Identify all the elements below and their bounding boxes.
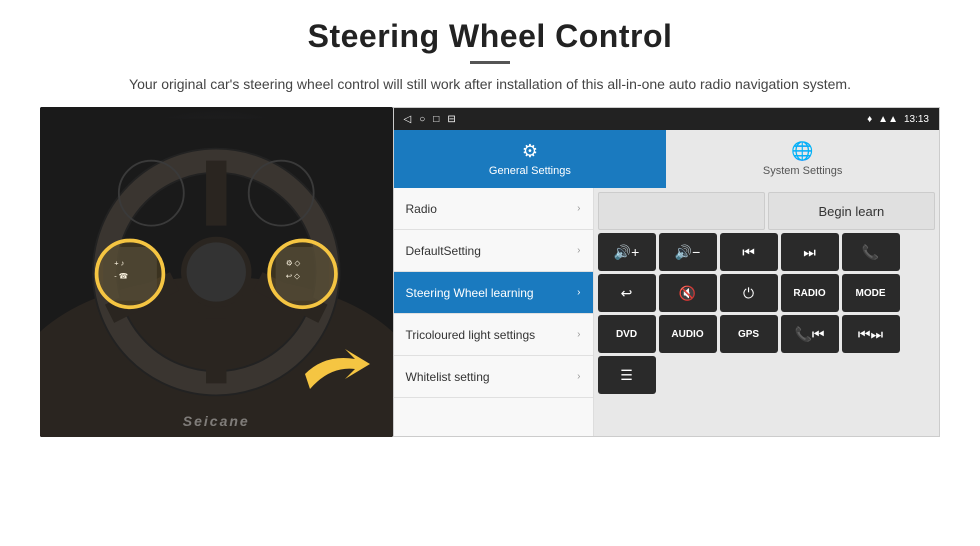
car-image: + ♪ - ☎ ⚙ ◇ ↩ ◇ Seican (40, 107, 393, 437)
menu-item-steering-wheel[interactable]: Steering Wheel learning › (394, 272, 593, 314)
subtitle-text: Your original car's steering wheel contr… (100, 74, 880, 95)
back-button[interactable]: ↩ (598, 274, 656, 312)
title-divider (470, 61, 510, 64)
empty-box (598, 192, 765, 230)
tab-bar: ⚙ General Settings 🌐 System Settings (394, 130, 939, 188)
vol-down-button[interactable]: 🔊− (659, 233, 717, 271)
audio-button[interactable]: AUDIO (659, 315, 717, 353)
control-row-3: DVD AUDIO GPS 📞⏮ ⏮⏭ (598, 315, 935, 353)
gear-icon: ⚙ (522, 141, 538, 162)
wifi-icon: ▲▲ (878, 114, 898, 125)
status-bar: ◁ ○ □ ⊟ ♦ ▲▲ 13:13 (394, 108, 939, 130)
tab-system-settings[interactable]: 🌐 System Settings (666, 130, 939, 188)
menu-item-whitelist[interactable]: Whitelist setting › (394, 356, 593, 398)
begin-learn-button[interactable]: Begin learn (768, 192, 935, 230)
nav-back-icon[interactable]: ◁ (404, 114, 412, 125)
mute-button[interactable]: 🔇 (659, 274, 717, 312)
general-settings-label: General Settings (489, 165, 571, 177)
right-panel: Begin learn 🔊+ 🔊− ⏮ ⏭ 📞 ↩ 🔇 ⏻ (594, 188, 939, 436)
globe-icon: 🌐 (791, 141, 813, 162)
vol-up-button[interactable]: 🔊+ (598, 233, 656, 271)
phone-button[interactable]: 📞 (842, 233, 900, 271)
next-track-button[interactable]: ⏭ (781, 233, 839, 271)
location-icon: ♦ (867, 114, 872, 125)
gps-button[interactable]: GPS (720, 315, 778, 353)
chevron-right-icon: › (577, 329, 580, 340)
nav-home-icon[interactable]: ○ (419, 114, 425, 125)
nav-square-icon[interactable]: □ (433, 114, 439, 125)
menu-item-default-setting[interactable]: DefaultSetting › (394, 230, 593, 272)
menu-list: Radio › DefaultSetting › Steering Wheel … (394, 188, 594, 436)
control-row-1: 🔊+ 🔊− ⏮ ⏭ 📞 (598, 233, 935, 271)
control-row-4: ☰ (598, 356, 935, 394)
prev-track-button[interactable]: ⏮ (720, 233, 778, 271)
main-content-area: Radio › DefaultSetting › Steering Wheel … (394, 188, 939, 436)
menu-item-radio[interactable]: Radio › (394, 188, 593, 230)
power-button[interactable]: ⏻ (720, 274, 778, 312)
time-display: 13:13 (904, 114, 929, 125)
tab-general-settings[interactable]: ⚙ General Settings (394, 130, 667, 188)
dvd-button[interactable]: DVD (598, 315, 656, 353)
chevron-right-icon: › (577, 287, 580, 298)
chevron-right-icon: › (577, 245, 580, 256)
radio-button[interactable]: RADIO (781, 274, 839, 312)
android-ui: ◁ ○ □ ⊟ ♦ ▲▲ 13:13 ⚙ General Settings (393, 107, 940, 437)
chevron-right-icon: › (577, 371, 580, 382)
chevron-right-icon: › (577, 203, 580, 214)
mode-button[interactable]: MODE (842, 274, 900, 312)
phone-prev-button[interactable]: 📞⏮ (781, 315, 839, 353)
system-settings-label: System Settings (763, 165, 842, 177)
page-title: Steering Wheel Control (40, 18, 940, 55)
menu-icon-button[interactable]: ☰ (598, 356, 656, 394)
nav-menu-icon[interactable]: ⊟ (447, 114, 455, 125)
top-row: Begin learn (598, 192, 935, 230)
menu-item-tricoloured[interactable]: Tricoloured light settings › (394, 314, 593, 356)
prev-next-button[interactable]: ⏮⏭ (842, 315, 900, 353)
control-row-2: ↩ 🔇 ⏻ RADIO MODE (598, 274, 935, 312)
